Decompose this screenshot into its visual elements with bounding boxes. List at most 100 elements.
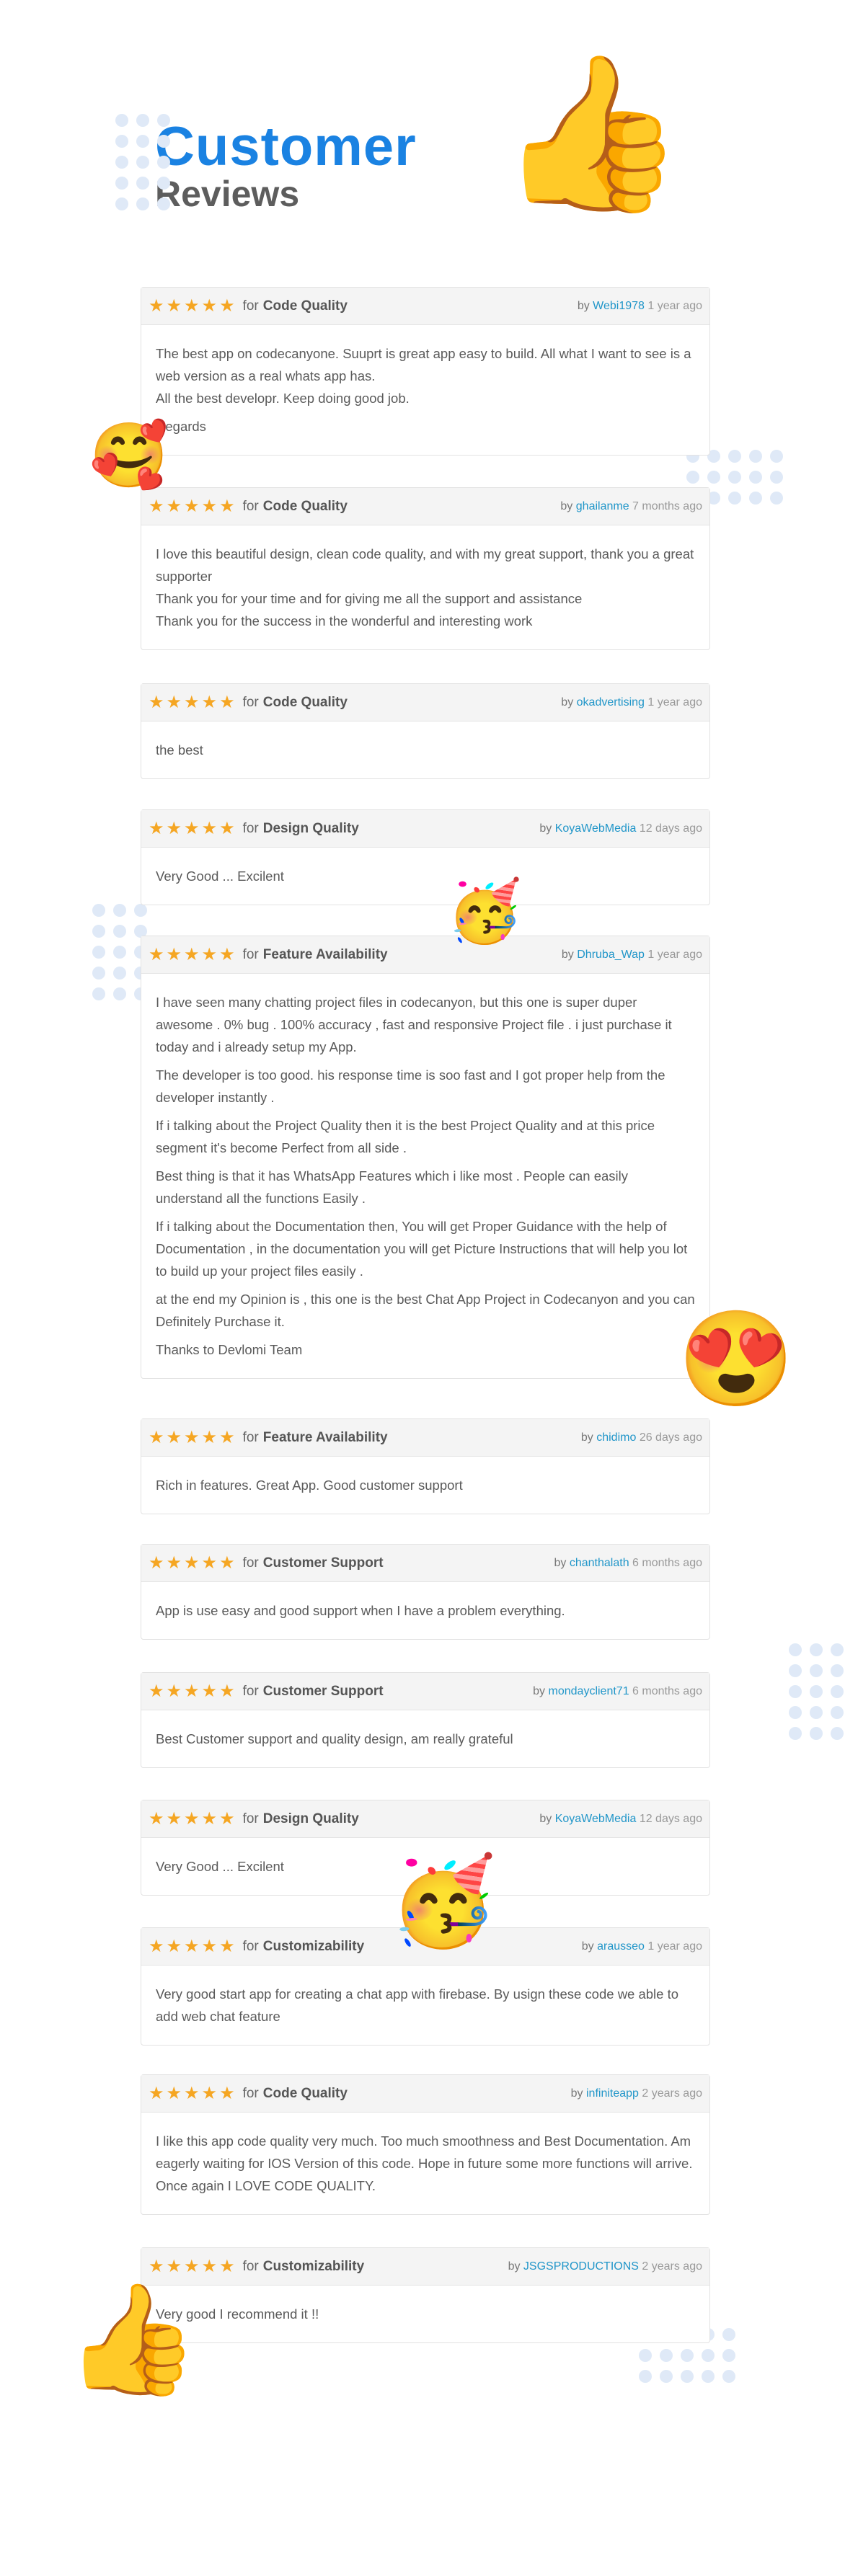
review-author-link[interactable]: KoyaWebMedia — [555, 822, 637, 835]
for-label: for — [242, 298, 259, 314]
review-paragraph: Regards — [156, 419, 206, 434]
review-author-link[interactable]: chidimo — [596, 1431, 636, 1444]
dot — [789, 1664, 802, 1677]
review-rating-group: ★★★★★ for Feature Availability — [149, 1427, 388, 1448]
review-card: ★★★★★ for Code Quality by ghailanme 7 month… — [141, 487, 710, 650]
dot — [136, 114, 149, 127]
dot — [789, 1685, 802, 1698]
dot — [681, 2349, 694, 2362]
review-header: ★★★★★ for Feature Availability by Dhruba_Wa… — [141, 936, 709, 974]
dot — [115, 135, 128, 148]
review-author-link[interactable]: ghailanme — [576, 500, 629, 512]
review-author-link[interactable]: Dhruba_Wap — [577, 949, 645, 961]
review-header: ★★★★★ for Code Quality by infiniteapp 2 yea… — [141, 2075, 709, 2113]
review-paragraph: The developer is too good. his response … — [156, 1067, 665, 1105]
review-body: The best app on codecanyone. Suuprt is g… — [141, 325, 709, 455]
dot — [113, 925, 126, 938]
dot — [702, 2349, 715, 2362]
review-timestamp: 1 year ago — [647, 948, 702, 961]
review-body: I have seen many chatting project files … — [141, 974, 709, 1378]
for-label: for — [242, 1683, 259, 1699]
review-header: ★★★★★ for Design Quality by KoyaWebMedia 12… — [141, 810, 709, 848]
dot — [639, 2370, 652, 2383]
heart-eyes-icon: 😍 — [678, 1306, 795, 1411]
star-rating-icon: ★★★★★ — [149, 1809, 237, 1829]
review-meta: by Webi1978 1 year ago — [578, 300, 702, 313]
review-rating-group: ★★★★★ for Customizability — [149, 1936, 364, 1957]
review-rating-group: ★★★★★ for Design Quality — [149, 818, 359, 839]
review-category: Design Quality — [262, 820, 359, 836]
for-label: for — [242, 1811, 259, 1826]
dot — [92, 904, 105, 917]
review-body: App is use easy and good support when I … — [141, 1582, 709, 1639]
for-label: for — [242, 2085, 259, 2101]
review-paragraph: Best Customer support and quality design… — [156, 1731, 513, 1746]
review-author-link[interactable]: Webi1978 — [593, 300, 645, 312]
review-paragraph: App is use easy and good support when I … — [156, 1603, 565, 1618]
review-meta: by JSGSPRODUCTIONS 2 years ago — [508, 2260, 702, 2273]
for-label: for — [242, 820, 259, 836]
dot — [115, 156, 128, 169]
dot — [810, 1727, 823, 1740]
review-timestamp: 1 year ago — [647, 696, 702, 709]
dot — [113, 967, 126, 980]
review-header: ★★★★★ for Customer Support by chanthalath 6… — [141, 1545, 709, 1582]
by-label: by — [580, 1431, 593, 1444]
review-author-link[interactable]: chanthalath — [570, 1557, 629, 1569]
review-author-link[interactable]: infiniteapp — [586, 2087, 639, 2100]
for-label: for — [242, 1555, 259, 1571]
for-label: for — [242, 1938, 259, 1954]
review-category: Customer Support — [262, 1555, 384, 1571]
for-label: for — [242, 2258, 259, 2274]
dot — [810, 1685, 823, 1698]
dot — [134, 904, 147, 917]
by-label: by — [539, 822, 552, 835]
dot — [702, 2370, 715, 2383]
dot — [115, 114, 128, 127]
dot — [92, 946, 105, 959]
dot — [113, 987, 126, 1000]
by-label: by — [539, 1812, 552, 1825]
review-header: ★★★★★ for Code Quality by ghailanme 7 month… — [141, 488, 709, 525]
dot — [831, 1706, 844, 1719]
review-paragraph: If i talking about the Project Quality t… — [156, 1118, 655, 1155]
dot — [810, 1706, 823, 1719]
review-paragraph: Very good I recommend it !! — [156, 2306, 319, 2322]
review-rating-group: ★★★★★ for Customizability — [149, 2256, 364, 2277]
party-face-icon: 🥳 — [389, 1853, 497, 1950]
star-rating-icon: ★★★★★ — [149, 819, 237, 838]
review-author-link[interactable]: mondayclient71 — [549, 1685, 629, 1697]
review-body: I love this beautiful design, clean code… — [141, 525, 709, 649]
review-author-link[interactable]: okadvertising — [577, 696, 645, 709]
review-timestamp: 1 year ago — [647, 1940, 702, 1953]
review-card: ★★★★★ for Code Quality by infiniteapp 2 yea… — [141, 2074, 710, 2215]
for-label: for — [242, 1429, 259, 1445]
by-label: by — [561, 696, 574, 709]
review-timestamp: 1 year ago — [647, 299, 702, 312]
review-paragraph: Thanks to Devlomi Team — [156, 1342, 303, 1357]
dot — [749, 471, 762, 484]
review-category: Code Quality — [262, 498, 348, 514]
review-category: Code Quality — [262, 694, 348, 710]
review-author-link[interactable]: JSGSPRODUCTIONS — [523, 2260, 639, 2273]
review-meta: by okadvertising 1 year ago — [561, 696, 702, 709]
dot — [157, 156, 170, 169]
review-meta: by arausseo 1 year ago — [582, 1940, 702, 1953]
review-card: ★★★★★ for Customer Support by chanthalath 6… — [141, 1544, 710, 1640]
star-rating-icon: ★★★★★ — [149, 2084, 237, 2103]
review-author-link[interactable]: KoyaWebMedia — [555, 1813, 637, 1825]
review-meta: by infiniteapp 2 years ago — [571, 2087, 702, 2100]
review-category: Design Quality — [262, 1811, 359, 1826]
page-subtitle: Reviews — [155, 174, 300, 214]
review-meta: by chidimo 26 days ago — [581, 1431, 702, 1444]
dot — [707, 471, 720, 484]
by-label: by — [533, 1684, 546, 1697]
review-paragraph: Very Good ... Excilent — [156, 869, 284, 884]
star-rating-icon: ★★★★★ — [149, 945, 237, 964]
review-meta: by chanthalath 6 months ago — [554, 1557, 703, 1570]
by-label: by — [570, 2087, 583, 2100]
review-card: ★★★★★ for Feature Availability by Dhruba_Wa… — [141, 936, 710, 1379]
review-author-link[interactable]: arausseo — [597, 1940, 645, 1953]
review-card: ★★★★★ for Customer Support by mondayclient7… — [141, 1672, 710, 1768]
review-rating-group: ★★★★★ for Code Quality — [149, 496, 348, 517]
